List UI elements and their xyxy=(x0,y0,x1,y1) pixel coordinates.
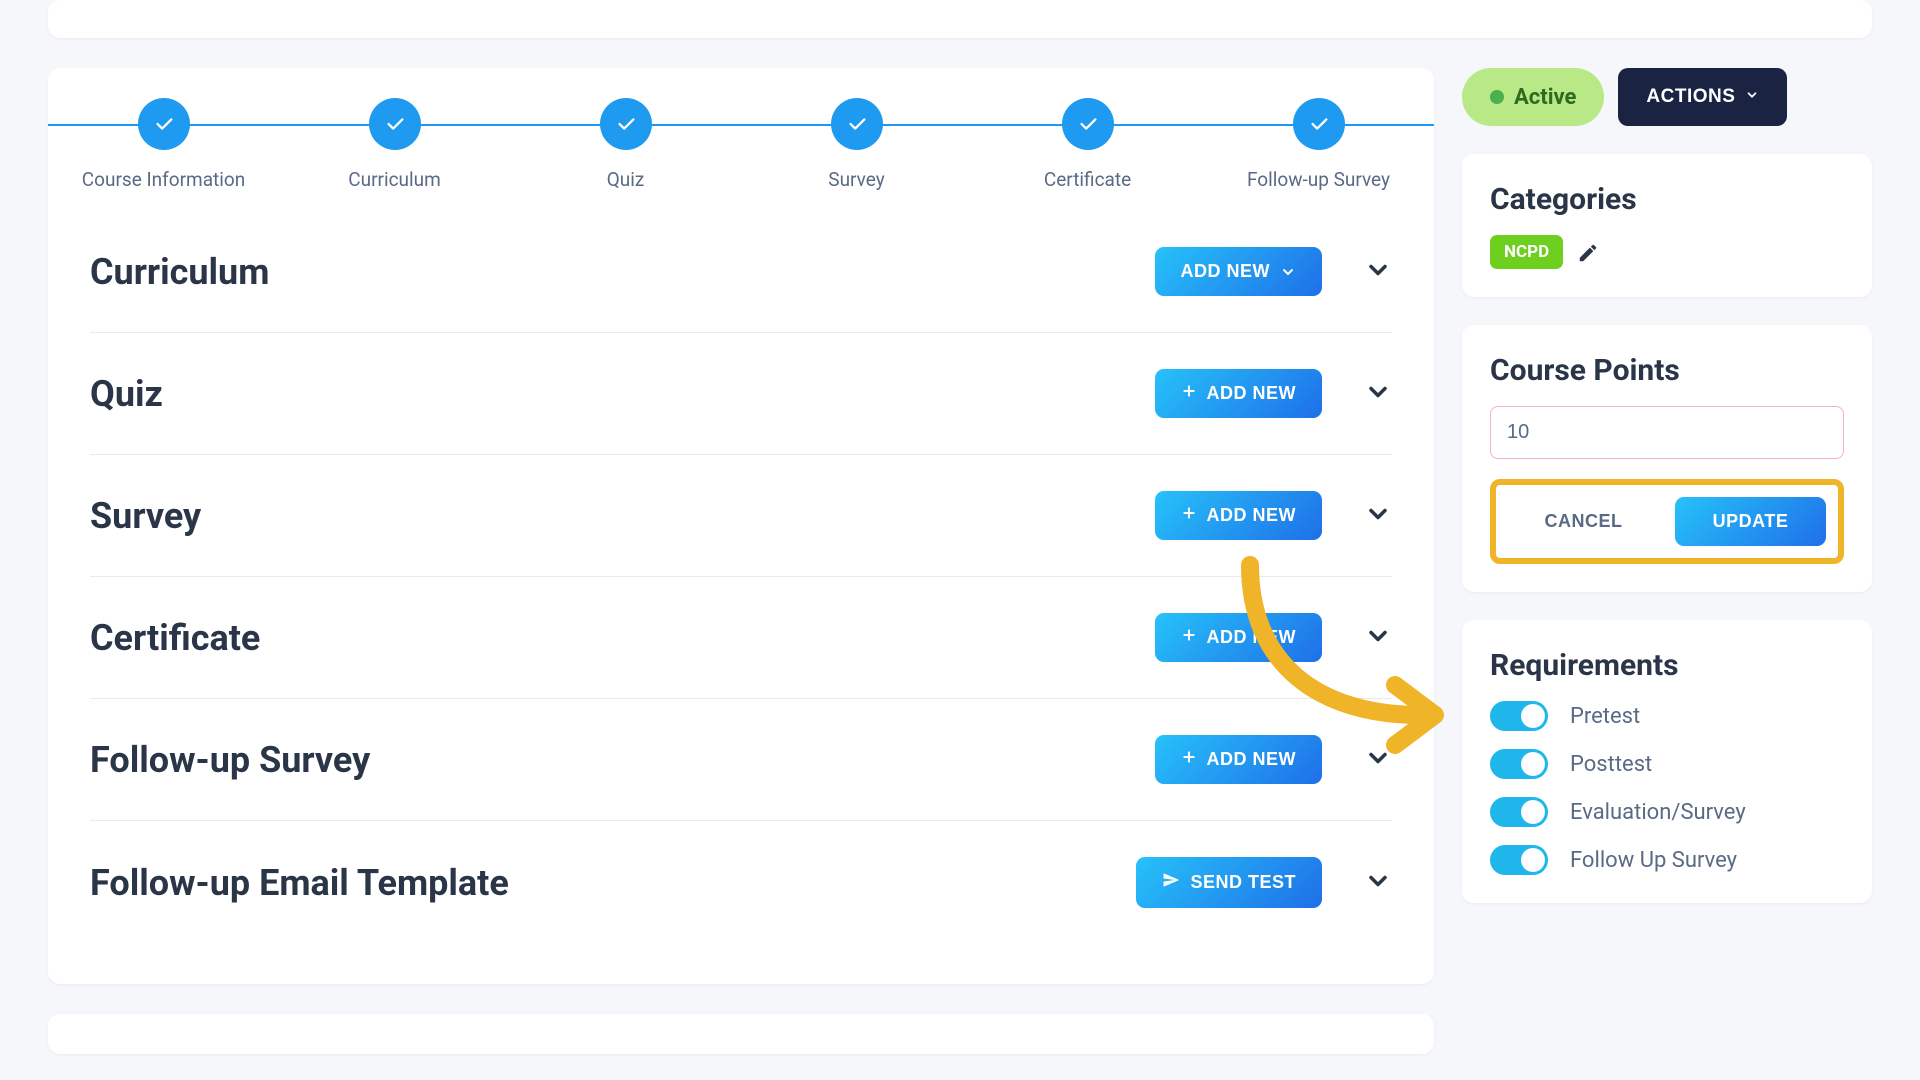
categories-card: Categories NCPD xyxy=(1462,154,1872,297)
section-certificate: Certificate ADD NEW xyxy=(90,577,1392,699)
course-points-card: Course Points CANCEL UPDATE xyxy=(1462,325,1872,592)
requirement-label: Pretest xyxy=(1570,704,1640,729)
expand-followup-survey-icon[interactable] xyxy=(1364,744,1392,776)
toggle-posttest[interactable] xyxy=(1490,749,1548,779)
cancel-button[interactable]: CANCEL xyxy=(1508,497,1659,546)
check-icon xyxy=(369,98,421,150)
add-survey-button[interactable]: ADD NEW xyxy=(1155,491,1323,540)
plus-icon xyxy=(1181,505,1197,526)
requirement-label: Follow Up Survey xyxy=(1570,848,1737,873)
requirement-label: Posttest xyxy=(1570,752,1652,777)
course-builder-card: Course Information Curriculum Quiz xyxy=(48,68,1434,984)
step-label: Curriculum xyxy=(279,168,510,191)
plus-icon xyxy=(1181,383,1197,404)
actions-menu-button[interactable]: ACTIONS xyxy=(1618,68,1787,126)
check-icon xyxy=(600,98,652,150)
step-certificate[interactable]: Certificate xyxy=(972,98,1203,191)
toggle-evaluation[interactable] xyxy=(1490,797,1548,827)
requirement-evaluation: Evaluation/Survey xyxy=(1490,797,1844,827)
edit-categories-icon[interactable] xyxy=(1577,242,1599,264)
button-label: ACTIONS xyxy=(1646,86,1735,108)
section-title: Curriculum xyxy=(90,251,269,293)
button-label: ADD NEW xyxy=(1207,383,1297,404)
requirement-posttest: Posttest xyxy=(1490,749,1844,779)
status-active-badge: Active xyxy=(1462,68,1604,126)
update-button[interactable]: UPDATE xyxy=(1675,497,1826,546)
expand-curriculum-icon[interactable] xyxy=(1364,256,1392,288)
section-followup-survey: Follow-up Survey ADD NEW xyxy=(90,699,1392,821)
course-points-input[interactable] xyxy=(1490,406,1844,459)
requirement-followup: Follow Up Survey xyxy=(1490,845,1844,875)
send-test-button[interactable]: SEND TEST xyxy=(1136,857,1322,908)
check-icon xyxy=(1062,98,1114,150)
chevron-down-icon xyxy=(1745,86,1759,108)
section-title: Follow-up Email Template xyxy=(90,862,509,904)
button-label: ADD NEW xyxy=(1207,627,1297,648)
expand-survey-icon[interactable] xyxy=(1364,500,1392,532)
step-survey[interactable]: Survey xyxy=(741,98,972,191)
button-label: ADD NEW xyxy=(1207,749,1297,770)
plus-icon xyxy=(1181,749,1197,770)
toggle-followup[interactable] xyxy=(1490,845,1548,875)
plus-icon xyxy=(1181,627,1197,648)
section-email-template: Follow-up Email Template SEND TEST xyxy=(90,821,1392,944)
course-stepper: Course Information Curriculum Quiz xyxy=(48,68,1434,191)
course-points-actions-highlight: CANCEL UPDATE xyxy=(1490,479,1844,564)
next-card-peek xyxy=(48,1014,1434,1054)
button-label: ADD NEW xyxy=(1181,261,1271,282)
section-title: Quiz xyxy=(90,373,163,415)
category-tag: NCPD xyxy=(1490,235,1563,269)
step-label: Follow-up Survey xyxy=(1203,168,1434,191)
categories-heading: Categories xyxy=(1490,182,1844,217)
requirement-label: Evaluation/Survey xyxy=(1570,800,1746,825)
expand-email-template-icon[interactable] xyxy=(1364,867,1392,899)
step-label: Quiz xyxy=(510,168,741,191)
section-survey: Survey ADD NEW xyxy=(90,455,1392,577)
requirements-heading: Requirements xyxy=(1490,648,1844,683)
chevron-down-icon xyxy=(1280,264,1296,280)
requirements-card: Requirements Pretest Posttest Evaluation… xyxy=(1462,620,1872,903)
expand-quiz-icon[interactable] xyxy=(1364,378,1392,410)
check-icon xyxy=(1293,98,1345,150)
step-followup-survey[interactable]: Follow-up Survey xyxy=(1203,98,1434,191)
paper-plane-icon xyxy=(1162,871,1180,894)
expand-certificate-icon[interactable] xyxy=(1364,622,1392,654)
status-dot-icon xyxy=(1490,90,1504,104)
step-quiz[interactable]: Quiz xyxy=(510,98,741,191)
section-title: Follow-up Survey xyxy=(90,739,370,781)
check-icon xyxy=(138,98,190,150)
step-label: Course Information xyxy=(48,168,279,191)
course-points-heading: Course Points xyxy=(1490,353,1844,388)
section-title: Certificate xyxy=(90,617,260,659)
check-icon xyxy=(831,98,883,150)
add-followup-survey-button[interactable]: ADD NEW xyxy=(1155,735,1323,784)
add-certificate-button[interactable]: ADD NEW xyxy=(1155,613,1323,662)
section-title: Survey xyxy=(90,495,201,537)
add-quiz-button[interactable]: ADD NEW xyxy=(1155,369,1323,418)
top-card-peek xyxy=(48,0,1872,38)
requirement-pretest: Pretest xyxy=(1490,701,1844,731)
button-label: ADD NEW xyxy=(1207,505,1297,526)
toggle-pretest[interactable] xyxy=(1490,701,1548,731)
add-curriculum-button[interactable]: ADD NEW xyxy=(1155,247,1323,296)
section-curriculum: Curriculum ADD NEW xyxy=(90,211,1392,333)
step-curriculum[interactable]: Curriculum xyxy=(279,98,510,191)
status-label: Active xyxy=(1514,85,1576,110)
step-course-information[interactable]: Course Information xyxy=(48,98,279,191)
button-label: SEND TEST xyxy=(1190,872,1296,893)
step-label: Survey xyxy=(741,168,972,191)
section-quiz: Quiz ADD NEW xyxy=(90,333,1392,455)
step-label: Certificate xyxy=(972,168,1203,191)
